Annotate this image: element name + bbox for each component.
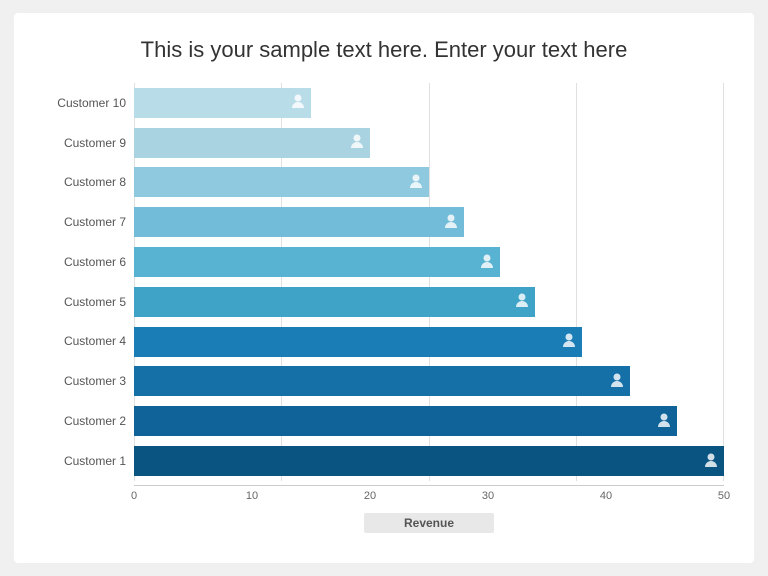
y-label: Customer 2: [44, 414, 126, 428]
y-label: Customer 10: [44, 96, 126, 110]
y-label: Customer 5: [44, 295, 126, 309]
x-axis: 01020304050: [134, 485, 724, 505]
person-icon: [610, 372, 624, 391]
bar-row: [134, 324, 724, 360]
bar-row: [134, 403, 724, 439]
y-label: Customer 9: [44, 136, 126, 150]
x-tick: 10: [246, 490, 258, 502]
bar-row: [134, 85, 724, 121]
x-tick: 40: [600, 490, 612, 502]
person-icon: [409, 173, 423, 192]
person-icon: [704, 452, 718, 471]
y-label: Customer 1: [44, 454, 126, 468]
person-icon: [350, 133, 364, 152]
y-label: Customer 6: [44, 255, 126, 269]
x-tick: 0: [131, 490, 137, 502]
y-label: Customer 7: [44, 215, 126, 229]
x-tick: 30: [482, 490, 494, 502]
chart-body: Customer 10 Customer 9 Customer 8 Customer …: [44, 83, 724, 481]
person-icon: [291, 93, 305, 112]
person-icon: [444, 213, 458, 232]
bar: [134, 167, 429, 197]
bar: [134, 247, 500, 277]
bar-row: [134, 164, 724, 200]
x-axis-label: Revenue: [364, 513, 494, 533]
chart-card: This is your sample text here. Enter you…: [14, 13, 754, 563]
bar-row: [134, 204, 724, 240]
bar: [134, 207, 464, 237]
bar-row: [134, 284, 724, 320]
person-icon: [657, 412, 671, 431]
bar-row: [134, 443, 724, 479]
person-icon: [480, 253, 494, 272]
bar-row: [134, 125, 724, 161]
chart-title: This is your sample text here. Enter you…: [44, 37, 724, 63]
y-label: Customer 3: [44, 374, 126, 388]
bars-wrapper: [134, 83, 724, 481]
y-label: Customer 4: [44, 334, 126, 348]
bar: [134, 128, 370, 158]
x-label-row: Revenue: [134, 513, 724, 533]
x-tick: 20: [364, 490, 376, 502]
bar-row: [134, 244, 724, 280]
person-icon: [515, 292, 529, 311]
bar: [134, 446, 724, 476]
person-icon: [562, 332, 576, 351]
bar-row: [134, 363, 724, 399]
bars-column: [134, 83, 724, 481]
x-tick: 50: [718, 490, 730, 502]
y-label: Customer 8: [44, 175, 126, 189]
y-labels: Customer 10 Customer 9 Customer 8 Customer …: [44, 83, 134, 481]
bar: [134, 366, 630, 396]
chart-area: Customer 10Customer 9Customer 8Customer …: [44, 83, 724, 533]
bar: [134, 287, 535, 317]
bar: [134, 88, 311, 118]
bar: [134, 327, 582, 357]
bar: [134, 406, 677, 436]
